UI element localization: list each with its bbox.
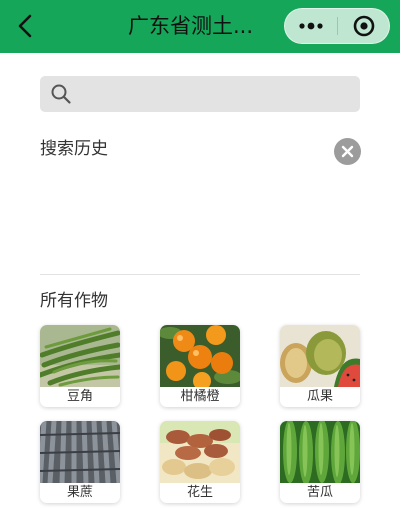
section-divider (40, 274, 360, 275)
crop-card-beans[interactable]: 豆角 (40, 325, 120, 407)
peanut-image (160, 421, 240, 483)
more-button[interactable] (285, 9, 337, 43)
navigation-bar: 广东省测土... (0, 0, 400, 53)
crop-card-melons[interactable]: 瓜果 (280, 325, 360, 407)
target-circle-icon (353, 15, 375, 37)
crop-card-peanut[interactable]: 花生 (160, 421, 240, 503)
beans-image (40, 325, 120, 387)
crop-label: 豆角 (40, 387, 120, 407)
search-history-title: 搜索历史 (40, 139, 108, 159)
search-icon (51, 84, 71, 104)
crop-card-citrus[interactable]: 柑橘橙 (160, 325, 240, 407)
more-dots-icon (299, 22, 323, 30)
citrus-image (160, 325, 240, 387)
sugarcane-image (40, 421, 120, 483)
chevron-left-icon (18, 14, 32, 38)
search-box[interactable] (40, 76, 360, 112)
capsule-menu (284, 8, 390, 44)
crop-card-sugarcane[interactable]: 果蔗 (40, 421, 120, 503)
crop-label: 瓜果 (280, 387, 360, 407)
crop-label: 苦瓜 (280, 483, 360, 503)
melon-image (280, 325, 360, 387)
page-title: 广东省测土... (128, 14, 254, 38)
back-button[interactable] (12, 12, 40, 40)
all-crops-title: 所有作物 (40, 291, 108, 311)
search-input[interactable] (80, 76, 350, 112)
crop-label: 柑橘橙 (160, 387, 240, 407)
clear-history-button[interactable] (334, 138, 361, 165)
capsule-divider (337, 17, 338, 35)
bitter-melon-image (280, 421, 360, 483)
crop-card-bitter-melon[interactable]: 苦瓜 (280, 421, 360, 503)
clear-x-icon (341, 145, 354, 158)
crop-label: 花生 (160, 483, 240, 503)
close-miniprogram-button[interactable] (339, 9, 389, 43)
crop-label: 果蔗 (40, 483, 120, 503)
